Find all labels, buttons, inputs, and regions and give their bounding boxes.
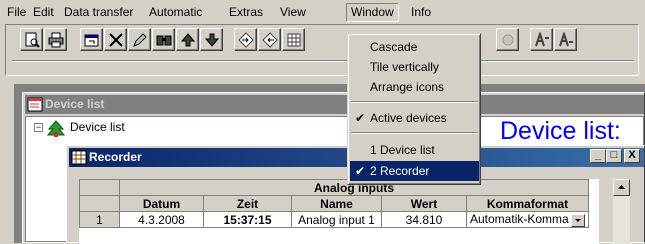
device-list-window-icon <box>27 97 43 112</box>
maximize-icon: □ <box>610 149 618 161</box>
arrow-up-icon <box>180 33 196 47</box>
recorder-window-icon <box>71 150 87 165</box>
window-menu-dropdown: Cascade Tile vertically Arrange icons ✔ A… <box>347 33 481 185</box>
move-down-button[interactable] <box>200 28 223 51</box>
export-icon <box>262 32 278 48</box>
delete-button[interactable] <box>104 28 127 51</box>
menu-item-tile-vertically[interactable]: Tile vertically <box>350 57 479 77</box>
check-icon: ✔ <box>355 111 366 125</box>
menu-bar: File Edit Data transfer Automatic Extras… <box>0 0 645 22</box>
cell-kommaformat-combo[interactable]: Automatik-Komma <box>466 211 589 228</box>
menu-automatic[interactable]: Automatic <box>145 4 206 20</box>
recorder-table: Analog inputs Datum Zeit Name Wert Komma… <box>79 179 589 228</box>
cell-kommaformat: Automatik-Komma <box>470 212 569 227</box>
import-button[interactable] <box>234 28 257 51</box>
chevron-down-icon <box>574 218 581 222</box>
find-icon <box>156 35 172 46</box>
cell-zeit[interactable]: 15:37:15 <box>203 211 292 228</box>
edit-button[interactable] <box>128 28 151 51</box>
signal-alt-button[interactable] <box>554 28 577 51</box>
delete-icon <box>109 33 123 47</box>
print-preview-button[interactable] <box>20 28 43 51</box>
row-header-corner <box>79 195 120 212</box>
tree-item-device-list[interactable]: Device list <box>70 120 125 134</box>
close-button[interactable]: X <box>624 149 640 163</box>
find-button[interactable] <box>152 28 175 51</box>
menu-item-tile-vertically-label: Tile vertically <box>370 60 439 74</box>
menu-separator <box>351 132 478 134</box>
check-icon: ✔ <box>355 164 366 178</box>
cell-name[interactable]: Analog input 1 <box>291 211 382 228</box>
signal-icon <box>535 32 549 47</box>
device-list-titlebar[interactable]: Device list <box>25 95 644 114</box>
column-header-kommaformat[interactable]: Kommaformat <box>466 195 589 212</box>
move-up-button[interactable] <box>176 28 199 51</box>
cell-datum[interactable]: 4.3.2008 <box>119 211 204 228</box>
grid-corner <box>79 179 120 196</box>
menu-info[interactable]: Info <box>407 4 435 20</box>
grid-icon <box>287 33 301 47</box>
signal-button[interactable] <box>530 28 553 51</box>
menu-item-active-devices-label: Active devices <box>370 111 447 125</box>
menu-window[interactable]: Window <box>346 3 399 22</box>
tree-collapse-icon[interactable]: − <box>34 123 43 132</box>
print-preview-icon <box>25 32 40 48</box>
properties-button[interactable] <box>80 28 103 51</box>
toolbar <box>5 24 639 76</box>
recorder-caption-button-group: _ □ X <box>590 149 645 165</box>
menu-item-window-1[interactable]: 1 Device list <box>350 140 479 160</box>
recorder-grid: Analog inputs Datum Zeit Name Wert Komma… <box>79 179 599 244</box>
recorder-vertical-scrollbar[interactable] <box>613 179 630 244</box>
disabled-icon <box>502 34 514 46</box>
signal-alt-icon <box>559 32 573 47</box>
column-header-zeit[interactable]: Zeit <box>203 195 292 212</box>
close-icon: X <box>628 149 636 161</box>
minimize-icon: _ <box>594 149 602 161</box>
maximize-button[interactable]: □ <box>606 149 622 163</box>
menu-file[interactable]: File <box>3 4 30 20</box>
print-button[interactable] <box>44 28 67 51</box>
properties-icon <box>84 34 99 47</box>
row-index: 1 <box>79 211 120 228</box>
device-list-title: Device list <box>45 97 105 111</box>
grid-button[interactable] <box>282 28 305 51</box>
device-list-heading: Device list: <box>500 117 621 145</box>
menu-extras[interactable]: Extras <box>225 4 267 20</box>
tree-device-icon <box>46 120 66 141</box>
scroll-up-icon <box>618 185 625 189</box>
menu-separator <box>351 101 478 103</box>
recorder-title: Recorder <box>89 150 142 164</box>
menu-data-transfer[interactable]: Data transfer <box>60 4 137 20</box>
column-header-name[interactable]: Name <box>291 195 382 212</box>
menu-edit[interactable]: Edit <box>29 4 58 20</box>
table-row[interactable]: 1 4.3.2008 15:37:15 Analog input 1 34.81… <box>79 211 589 228</box>
menu-item-cascade-label: Cascade <box>370 40 418 54</box>
print-icon <box>48 32 64 48</box>
menu-item-window-2-label: 2 Recorder <box>370 164 430 178</box>
menu-item-cascade[interactable]: Cascade <box>350 37 479 57</box>
menu-item-arrange-icons-label: Arrange icons <box>370 80 445 94</box>
import-icon <box>238 32 254 48</box>
toolbar-second-row <box>12 60 634 62</box>
menu-item-active-devices[interactable]: ✔ Active devices <box>350 108 479 128</box>
minimize-button[interactable]: _ <box>590 149 606 163</box>
menu-item-window-2[interactable]: ✔ 2 Recorder <box>350 161 479 181</box>
cell-wert[interactable]: 34.810 <box>381 211 467 228</box>
menu-item-window-1-label: 1 Device list <box>370 143 435 157</box>
export-button[interactable] <box>258 28 281 51</box>
disabled-button[interactable] <box>496 28 519 51</box>
column-header-datum[interactable]: Datum <box>119 195 204 212</box>
arrow-down-icon <box>204 33 220 47</box>
column-header-wert[interactable]: Wert <box>381 195 467 212</box>
menu-item-arrange-icons[interactable]: Arrange icons <box>350 77 479 97</box>
menu-view[interactable]: View <box>276 4 310 20</box>
scroll-up-button[interactable] <box>613 179 630 196</box>
combo-dropdown-button[interactable] <box>570 213 585 227</box>
edit-icon <box>133 33 147 47</box>
